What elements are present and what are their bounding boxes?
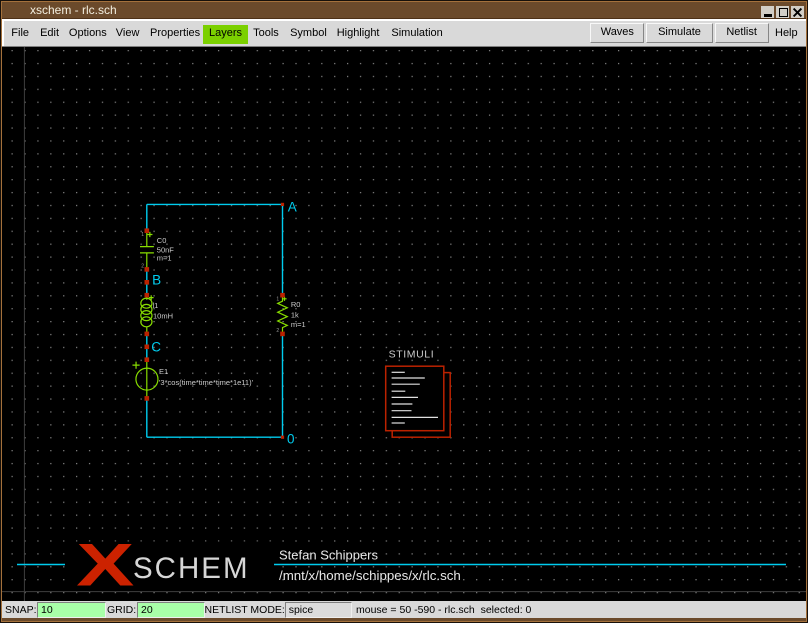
svg-text:E1: E1 [159, 367, 168, 376]
svg-text:STIMULI: STIMULI [389, 349, 435, 361]
svg-text:1: 1 [141, 232, 144, 238]
svg-text:m=1: m=1 [157, 254, 172, 263]
svg-text:10mH: 10mH [153, 312, 173, 321]
svg-text:SCHEM: SCHEM [133, 552, 250, 585]
svg-text:1: 1 [276, 297, 279, 303]
svg-text:2: 2 [141, 264, 144, 270]
svg-text:/mnt/x/home/schippes/x/rlc.sch: /mnt/x/home/schippes/x/rlc.sch [279, 568, 461, 583]
svg-text:l1: l1 [153, 301, 159, 310]
svg-text:'3*cos(time*time*time*1e11)': '3*cos(time*time*time*1e11)' [159, 378, 254, 387]
svg-text:X: X [76, 531, 134, 598]
svg-text:B: B [152, 273, 161, 288]
svg-text:A: A [288, 199, 297, 214]
svg-text:m=1: m=1 [291, 320, 306, 329]
svg-text:Stefan Schippers: Stefan Schippers [279, 548, 379, 563]
svg-text:C0: C0 [157, 236, 167, 245]
svg-text:R0: R0 [291, 300, 301, 309]
svg-text:1k: 1k [291, 310, 299, 319]
svg-text:0: 0 [287, 431, 295, 446]
svg-text:2: 2 [276, 328, 279, 334]
svg-text:C: C [151, 339, 161, 354]
